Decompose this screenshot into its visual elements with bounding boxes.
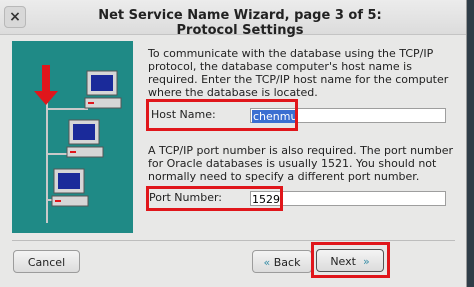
window-title: Net Service Name Wizard, page 3 of 5: Pr… (98, 8, 382, 38)
back-button[interactable]: « Back (252, 250, 312, 273)
back-button-label: Back (273, 256, 301, 269)
network-computers-icon (34, 65, 122, 223)
back-chevron-icon: « (263, 256, 271, 269)
close-icon[interactable]: × (4, 6, 26, 28)
host-highlight-box (146, 99, 298, 131)
cancel-button[interactable]: Cancel (13, 250, 80, 273)
divider (12, 240, 455, 241)
port-highlight-box (146, 186, 283, 211)
wizard-window: × Net Service Name Wizard, page 3 of 5: … (0, 0, 467, 287)
title-bar: × Net Service Name Wizard, page 3 of 5: … (0, 0, 466, 38)
intro-paragraph: To communicate with the database using t… (148, 47, 449, 99)
network-illustration (12, 41, 133, 233)
next-highlight-box (311, 242, 390, 278)
port-paragraph: A TCP/IP port number is also required. T… (148, 144, 454, 183)
background-window-edge (467, 0, 474, 287)
